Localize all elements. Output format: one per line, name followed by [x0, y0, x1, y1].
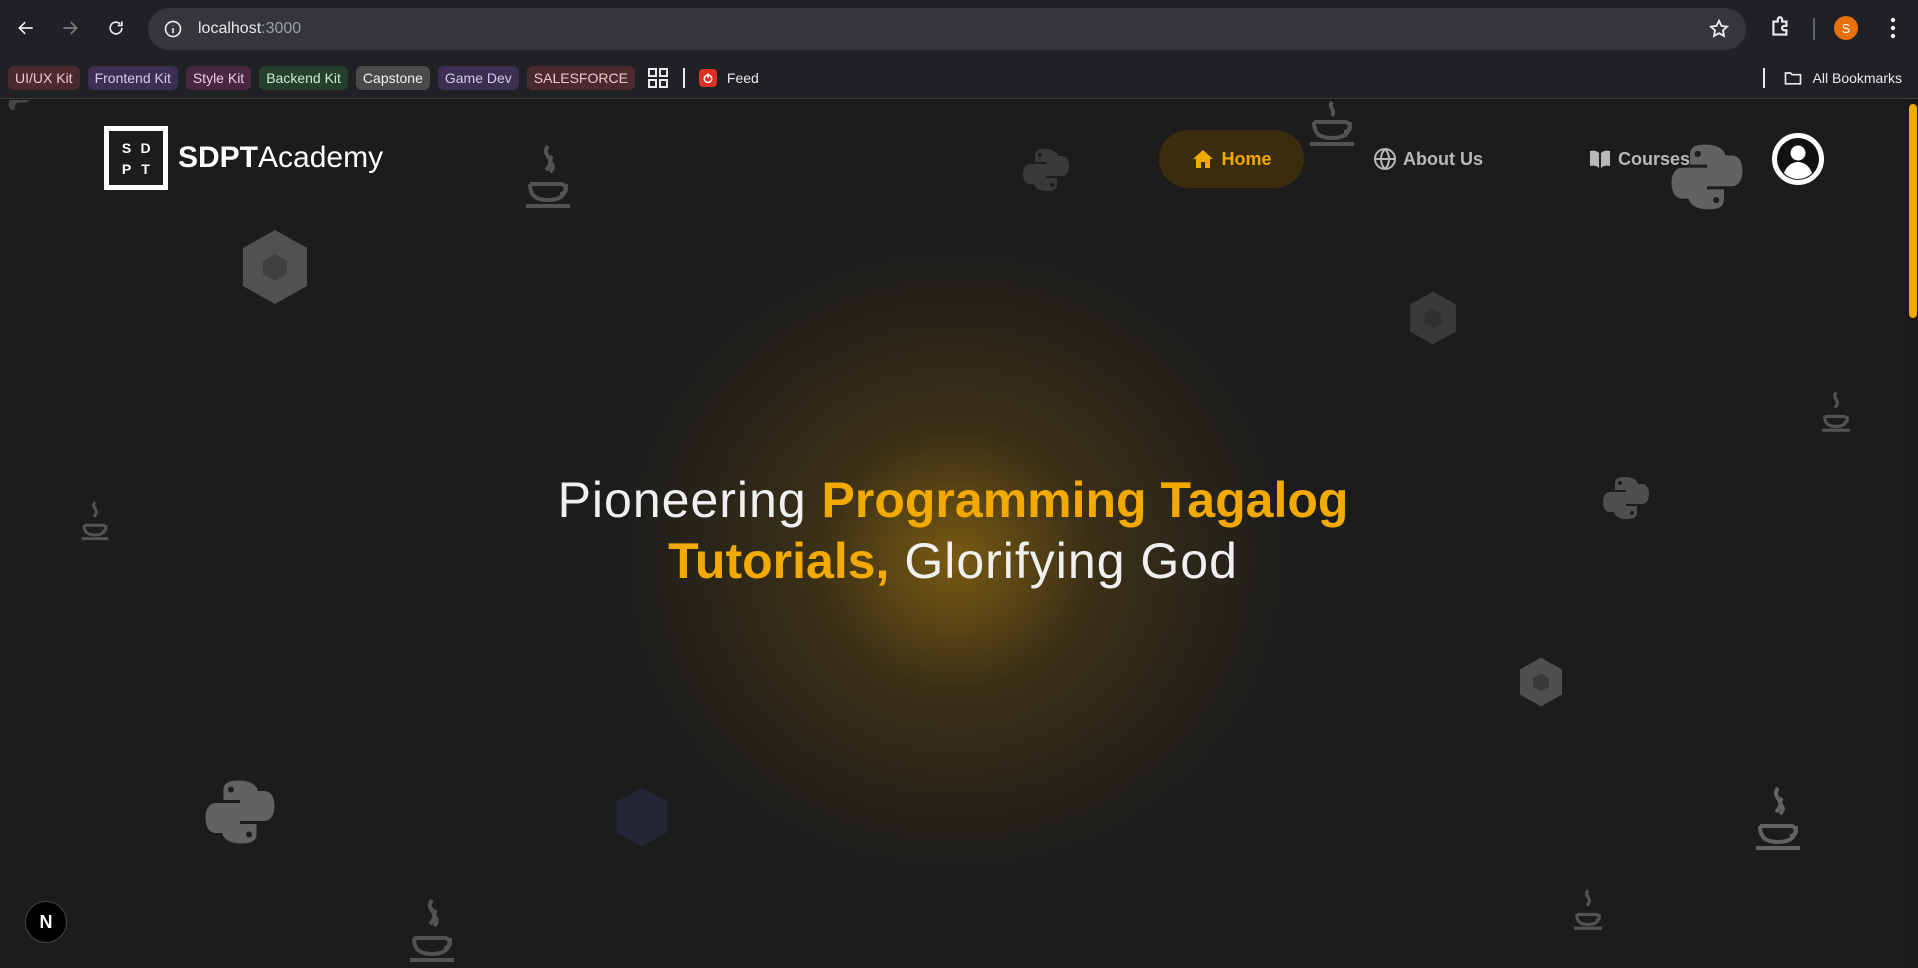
java-icon — [1304, 100, 1360, 155]
all-bookmarks[interactable]: All Bookmarks — [1762, 57, 1902, 99]
book-icon — [1590, 150, 1610, 168]
globe-icon — [1374, 148, 1396, 170]
bookmark-salesforce[interactable]: SALESFORCE — [526, 65, 635, 90]
bookmark-style-kit[interactable]: Style Kit — [185, 65, 252, 90]
bookmark-star-icon[interactable] — [1708, 18, 1730, 40]
nav-about-us[interactable]: About Us — [1373, 130, 1483, 188]
bookmark-feed[interactable]: Feed — [698, 68, 759, 87]
user-icon — [1775, 136, 1821, 182]
home-icon — [1193, 150, 1214, 168]
bookmarks-bar: UI/UX Kit Frontend Kit Style Kit Backend… — [0, 57, 1918, 99]
all-bookmarks-label: All Bookmarks — [1812, 70, 1902, 86]
logo-mark: S D P T — [104, 126, 168, 190]
python-icon — [204, 776, 276, 853]
apps-grid-icon[interactable] — [647, 67, 669, 89]
java-icon — [1570, 888, 1606, 937]
forward-button[interactable] — [52, 10, 88, 46]
java-icon — [1750, 784, 1806, 859]
scrollbar-thumb[interactable] — [1909, 104, 1917, 318]
python-icon — [1022, 146, 1070, 199]
toolbar-divider — [1813, 18, 1815, 40]
java-icon — [1818, 390, 1854, 439]
nav-courses[interactable]: Courses — [1588, 130, 1690, 188]
logo-wordmark: SDPTAcademy — [178, 141, 384, 174]
java-icon — [404, 896, 460, 968]
python-icon — [8, 100, 36, 121]
feed-icon — [698, 68, 717, 87]
nodejs-icon — [1518, 656, 1564, 713]
reload-button[interactable] — [98, 10, 134, 46]
user-account-button[interactable] — [1772, 133, 1824, 185]
bookmark-ui-ux-kit[interactable]: UI/UX Kit — [8, 65, 80, 90]
folder-icon — [1784, 72, 1801, 85]
page-scrollbar[interactable] — [1906, 100, 1918, 968]
java-icon — [520, 142, 576, 217]
bookmarks-divider — [682, 67, 685, 88]
nav-about-label: About Us — [1403, 148, 1483, 169]
bookmark-capstone[interactable]: Capstone — [355, 65, 430, 90]
hero-headline: Pioneering Programming Tagalog Tutorials… — [0, 470, 1906, 592]
bookmark-game-dev[interactable]: Game Dev — [437, 65, 519, 90]
hero-text-pioneering: Pioneering — [557, 472, 822, 528]
feed-label: Feed — [726, 69, 759, 86]
hero-text-glorifying-god: Glorifying God — [889, 533, 1238, 589]
address-bar[interactable]: localhost:3000 — [148, 8, 1746, 50]
url-text: localhost:3000 — [198, 20, 302, 37]
nodejs-icon — [1408, 290, 1458, 351]
profile-avatar[interactable]: S — [1834, 16, 1858, 40]
nav-courses-label: Courses — [1618, 148, 1691, 169]
page-viewport: S D P T SDPTAcademy Home About Us Course… — [0, 100, 1918, 968]
site-logo[interactable]: S D P T SDPTAcademy — [104, 126, 383, 190]
browser-toolbar: localhost:3000 S — [0, 0, 1918, 57]
site-info-icon[interactable] — [162, 18, 184, 40]
hero-text-tutorials: Tutorials, — [668, 533, 890, 589]
bookmark-backend-kit[interactable]: Backend Kit — [259, 65, 348, 90]
browser-menu-icon[interactable] — [1880, 14, 1906, 42]
bookmark-frontend-kit[interactable]: Frontend Kit — [87, 65, 178, 90]
logo-letter: S — [121, 139, 132, 156]
all-bookmarks-divider — [1762, 68, 1765, 88]
nodejs-icon — [614, 786, 670, 853]
nextjs-dev-badge[interactable]: N — [25, 901, 67, 943]
logo-letter: P — [121, 160, 132, 177]
nav-home[interactable]: Home — [1159, 130, 1304, 188]
extensions-icon[interactable] — [1768, 14, 1794, 40]
nav-home-label: Home — [1221, 148, 1272, 169]
back-button[interactable] — [8, 10, 44, 46]
nodejs-icon — [240, 228, 310, 311]
logo-letter: D — [140, 139, 151, 156]
hero-text-programming-tagalog: Programming Tagalog — [821, 472, 1349, 528]
logo-letter: T — [141, 160, 150, 177]
